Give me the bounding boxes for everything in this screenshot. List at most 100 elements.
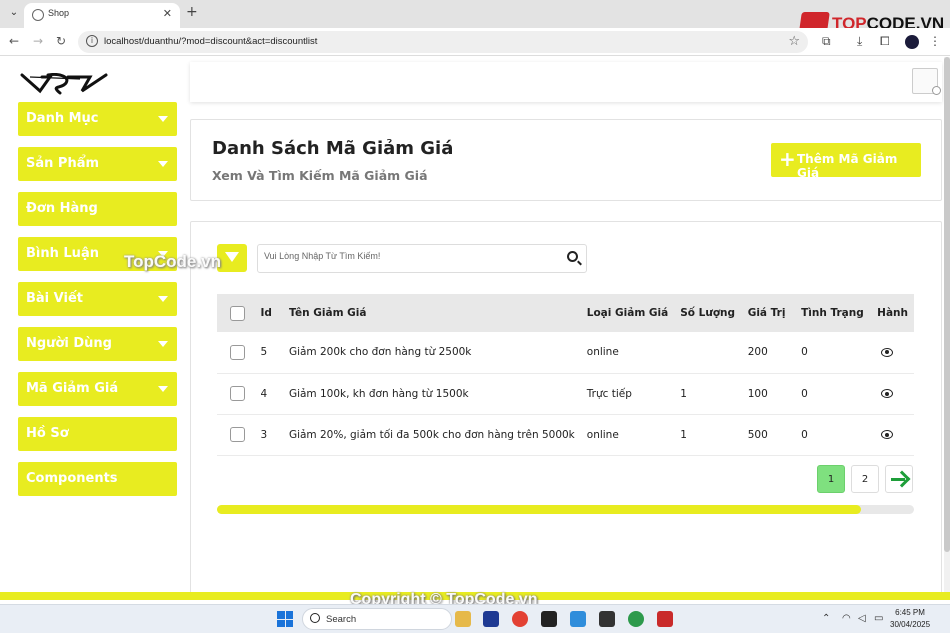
- page-subtitle: Xem Và Tìm Kiếm Mã Giảm Giá: [212, 168, 428, 183]
- sidebar-item-components[interactable]: Components: [18, 462, 177, 496]
- cell-id: 3: [260, 428, 268, 441]
- col-header-status: Tình Trạng: [801, 307, 864, 319]
- vscode-icon[interactable]: [570, 611, 586, 627]
- battery-icon[interactable]: ▭: [874, 613, 883, 624]
- notion-icon[interactable]: [541, 611, 557, 627]
- discount-table-wrapper: Id Tên Giảm Giá Loại Giảm Giá Số Lượng G…: [217, 294, 914, 524]
- table-row: 4 Giảm 100k, kh đơn hàng từ 1500k Trực t…: [217, 373, 914, 414]
- cell-name: Giảm 200k cho đơn hàng từ 2500k: [288, 346, 472, 359]
- sidebar: Danh Mục Sản Phẩm Đơn Hàng Bình Luận Bài…: [0, 57, 190, 594]
- cell-qty: 1: [680, 387, 687, 400]
- url-text[interactable]: localhost/duanthu/?mod=discount&act=disc…: [104, 36, 317, 47]
- windows-taskbar: Search ⌃ ◠ ◁ ▭ 6:45 PM 30/04/2025: [0, 604, 950, 633]
- app-l-icon[interactable]: [483, 611, 499, 627]
- volume-icon[interactable]: ◁: [858, 613, 866, 624]
- cell-id: 5: [260, 346, 268, 359]
- profile-avatar[interactable]: [905, 35, 919, 49]
- tab-close-icon[interactable]: ✕: [163, 7, 172, 20]
- sidebar-item-ma-giam-gia[interactable]: Mã Giảm Giá: [18, 372, 177, 406]
- page-button-2[interactable]: 2: [851, 465, 879, 493]
- cell-type: Trực tiếp: [586, 387, 632, 400]
- sidebar-item-label: Danh Mục: [26, 111, 99, 126]
- view-eye-icon[interactable]: [881, 389, 894, 398]
- wifi-icon[interactable]: ◠: [842, 613, 851, 624]
- search-input[interactable]: [264, 251, 554, 261]
- sidebar-item-nguoi-dung[interactable]: Người Dùng: [18, 327, 177, 361]
- cell-value: 100: [747, 387, 768, 400]
- tray-chevron-icon[interactable]: ⌃: [822, 613, 830, 624]
- file-explorer-icon[interactable]: [455, 611, 471, 627]
- search-icon[interactable]: [567, 251, 578, 262]
- extensions-icon[interactable]: ⧉: [822, 34, 831, 49]
- browser-toolbar: ← → ↻ i localhost/duanthu/?mod=discount&…: [0, 28, 950, 56]
- cell-qty: 1: [680, 428, 687, 441]
- arrow-right-icon: [891, 478, 905, 481]
- view-eye-icon[interactable]: [881, 430, 894, 439]
- page-button-1[interactable]: 1: [817, 465, 845, 493]
- row-checkbox[interactable]: [230, 427, 245, 442]
- forward-icon[interactable]: →: [33, 34, 43, 48]
- address-bar[interactable]: i localhost/duanthu/?mod=discount&act=di…: [78, 31, 808, 53]
- sidebar-item-danh-muc[interactable]: Danh Mục: [18, 102, 177, 136]
- main-content: Danh Sách Mã Giảm Giá Xem Và Tìm Kiếm Mã…: [190, 57, 950, 594]
- vertical-scrollbar-thumb[interactable]: [944, 57, 950, 552]
- table-row: 3 Giảm 20%, giảm tối đa 500k cho đơn hàn…: [217, 414, 914, 455]
- chrome-icon[interactable]: [512, 611, 528, 627]
- sidebar-item-san-pham[interactable]: Sản Phẩm: [18, 147, 177, 181]
- taskbar-clock[interactable]: 6:45 PM 30/04/2025: [890, 607, 930, 631]
- windows-start-icon[interactable]: [277, 611, 293, 627]
- extension-icon[interactable]: ⧠: [880, 34, 890, 49]
- cell-status: 0: [801, 346, 808, 359]
- sidebar-item-label: Mã Giảm Giá: [26, 381, 119, 396]
- table-row: 5 Giảm 200k cho đơn hàng từ 2500k online…: [217, 332, 914, 373]
- tab-title: Shop: [48, 8, 70, 18]
- new-tab-icon[interactable]: +: [186, 4, 198, 20]
- site-info-icon[interactable]: i: [86, 35, 98, 47]
- download-icon[interactable]: ⤓: [857, 34, 862, 49]
- caret-down-icon: [158, 116, 168, 122]
- taskbar-search-label: Search: [326, 614, 357, 625]
- bookmark-star-icon[interactable]: ☆: [788, 34, 800, 49]
- caret-down-icon: [158, 341, 168, 347]
- user-avatar[interactable]: [912, 68, 941, 95]
- cell-status: 0: [801, 428, 808, 441]
- table-header-row: Id Tên Giảm Giá Loại Giảm Giá Số Lượng G…: [217, 294, 914, 332]
- recorder-icon[interactable]: [657, 611, 673, 627]
- tab-search-menu-icon[interactable]: ⌄: [6, 5, 22, 21]
- browser-tab[interactable]: Shop ✕: [24, 3, 180, 28]
- reload-icon[interactable]: ↻: [56, 34, 66, 48]
- col-header-id: Id: [260, 307, 272, 319]
- app-hs-icon[interactable]: [628, 611, 644, 627]
- horizontal-scrollbar[interactable]: [217, 505, 914, 514]
- row-checkbox[interactable]: [230, 386, 245, 401]
- sidebar-item-label: Bài Viết: [26, 291, 83, 306]
- col-header-value: Giá Trị: [747, 307, 786, 319]
- clock-time: 6:45 PM: [895, 608, 925, 617]
- taskbar-search[interactable]: Search: [302, 608, 452, 630]
- cell-name: Giảm 20%, giảm tối đa 500k cho đơn hàng …: [288, 428, 575, 441]
- sidebar-item-don-hang[interactable]: Đơn Hàng: [18, 192, 177, 226]
- caret-down-icon: [158, 296, 168, 302]
- horizontal-scrollbar-thumb[interactable]: [217, 505, 861, 514]
- clock-date: 30/04/2025: [890, 620, 931, 629]
- col-header-name: Tên Giảm Giá: [288, 307, 367, 319]
- add-discount-button[interactable]: + Thêm Mã Giảm Giá: [771, 143, 921, 180]
- view-eye-icon[interactable]: [881, 347, 894, 357]
- page-title: Danh Sách Mã Giảm Giá: [212, 138, 454, 159]
- terminal-icon[interactable]: [599, 611, 615, 627]
- row-checkbox[interactable]: [230, 344, 245, 360]
- sidebar-item-ho-so[interactable]: Hồ Sơ: [18, 417, 177, 451]
- browser-menu-icon[interactable]: ⋮: [929, 34, 941, 48]
- cell-qty: [674, 332, 742, 373]
- sidebar-item-label: Sản Phẩm: [26, 156, 100, 171]
- sidebar-item-label: Components: [26, 471, 118, 486]
- top-header-bar: [190, 62, 942, 102]
- vertical-scrollbar[interactable]: [944, 57, 950, 594]
- sidebar-item-label: Hồ Sơ: [26, 426, 69, 441]
- sidebar-item-bai-viet[interactable]: Bài Viết: [18, 282, 177, 316]
- sidebar-item-label: Bình Luận: [26, 246, 99, 261]
- select-all-checkbox[interactable]: [230, 305, 245, 321]
- filter-icon[interactable]: [217, 244, 247, 272]
- back-icon[interactable]: ←: [9, 34, 19, 48]
- next-page-button[interactable]: [885, 465, 913, 493]
